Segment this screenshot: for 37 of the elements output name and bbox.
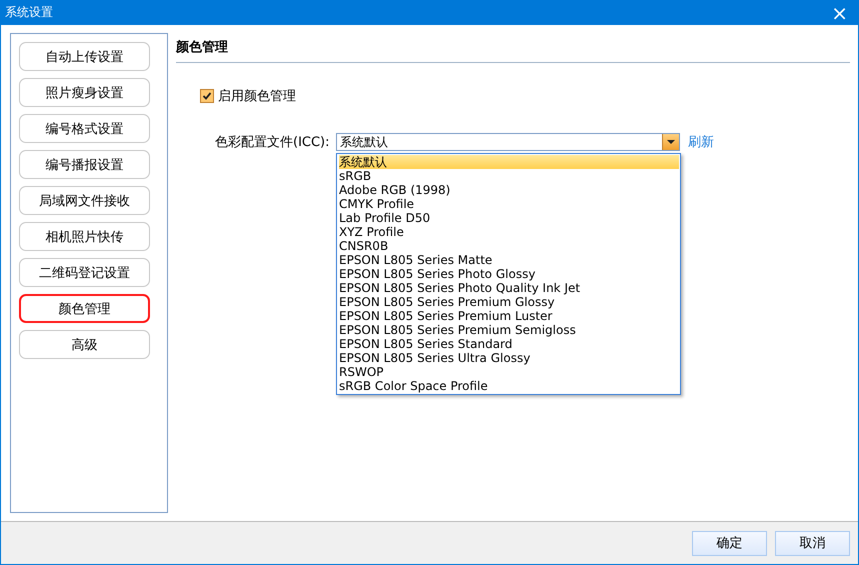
checkbox[interactable] <box>200 89 214 103</box>
dropdown-option[interactable]: RSWOP <box>339 365 679 379</box>
dropdown-option[interactable]: EPSON L805 Series Ultra Glossy <box>339 351 679 365</box>
dropdown-option[interactable]: Adobe RGB (1998) <box>339 183 679 197</box>
sidebar-button[interactable]: 局域网文件接收 <box>19 186 150 215</box>
sidebar-button[interactable]: 编号播报设置 <box>19 150 150 179</box>
dropdown-option[interactable]: sRGB Color Space Profile <box>339 379 679 393</box>
caret-icon <box>662 134 679 150</box>
dropdown-option[interactable]: EPSON L805 Series Premium Luster <box>339 309 679 323</box>
sidebar-button[interactable]: 照片瘦身设置 <box>19 78 150 107</box>
sidebar-button[interactable]: 二维码登记设置 <box>19 258 150 287</box>
checkbox-label: 启用颜色管理 <box>218 88 296 105</box>
sidebar-button[interactable]: 自动上传设置 <box>19 42 150 71</box>
dropdown-option[interactable]: EPSON L805 Series Premium Semigloss <box>339 323 679 337</box>
dropdown-option[interactable]: Lab Profile D50 <box>339 211 679 225</box>
sidebar-button[interactable]: 高级 <box>19 330 150 359</box>
dropdown-option[interactable]: CNSR0B <box>339 239 679 253</box>
sidebar-button[interactable]: 编号格式设置 <box>19 114 150 143</box>
dropdown-option[interactable]: XYZ Profile <box>339 225 679 239</box>
close-button[interactable]: × <box>827 2 852 22</box>
sidebar-button[interactable]: 相机照片快传 <box>19 222 150 251</box>
field-label: 色彩配置文件(ICC): <box>215 134 331 151</box>
dropdown-option[interactable]: EPSON L805 Series Photo Glossy <box>339 267 679 281</box>
dropdown-option[interactable]: EPSON L805 Series Premium Glossy <box>339 295 679 309</box>
dropdown-option[interactable]: EPSON L805 Series Standard <box>339 337 679 351</box>
ok-button[interactable]: 确定 <box>692 530 767 556</box>
dropdown-option[interactable]: CMYK Profile <box>339 197 679 211</box>
window-title: 系统设置 <box>5 4 53 21</box>
dropdown-option[interactable]: EPSON L805 Series Matte <box>339 253 679 267</box>
cancel-button[interactable]: 取消 <box>775 530 850 556</box>
dropdown-option[interactable]: 系统默认 <box>339 155 679 169</box>
dropdown-option[interactable]: EPSON L805 Series Photo Quality Ink Jet <box>339 281 679 295</box>
dropdown-option[interactable]: sRGB <box>339 169 679 183</box>
profile-dropdown[interactable]: 系统默认 <box>336 133 680 151</box>
section-title: 颜色管理 <box>176 33 850 63</box>
refresh-link[interactable]: 刷新 <box>688 133 714 151</box>
sidebar-button[interactable]: 颜色管理 <box>19 294 150 323</box>
